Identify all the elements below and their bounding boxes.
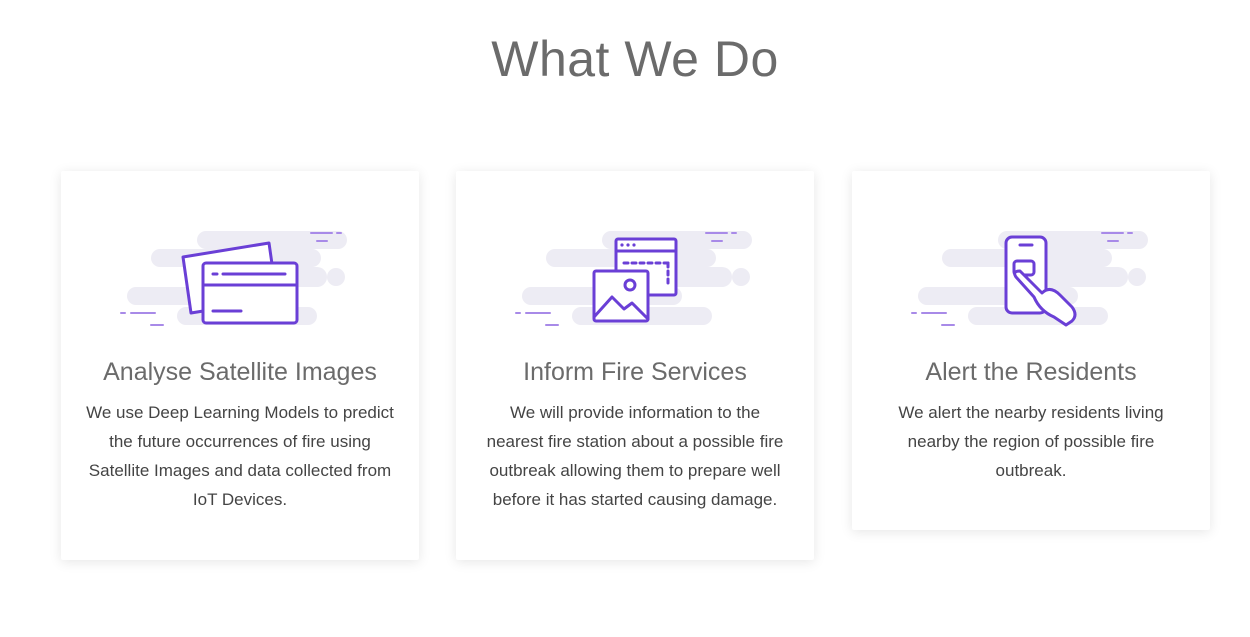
card-description: We use Deep Learning Models to predict t… [86,403,394,509]
card-description: We will provide information to the neare… [486,403,784,509]
section-title: What We Do [491,31,779,87]
phone-tap-icon [911,231,1148,327]
card-description: We alert the nearby residents living nea… [898,403,1164,480]
card-title: Alert the Residents [925,358,1137,386]
card-title: Analyse Satellite Images [103,358,377,386]
service-card-inform: Inform Fire Services We will provide inf… [456,171,814,560]
card-title: Inform Fire Services [523,358,747,386]
credit-card-icon [120,231,347,326]
image-window-icon [515,231,752,326]
service-card-alert: Alert the Residents We alert the nearby … [852,171,1210,530]
service-card-analyse: Analyse Satellite Images We use Deep Lea… [61,171,419,560]
